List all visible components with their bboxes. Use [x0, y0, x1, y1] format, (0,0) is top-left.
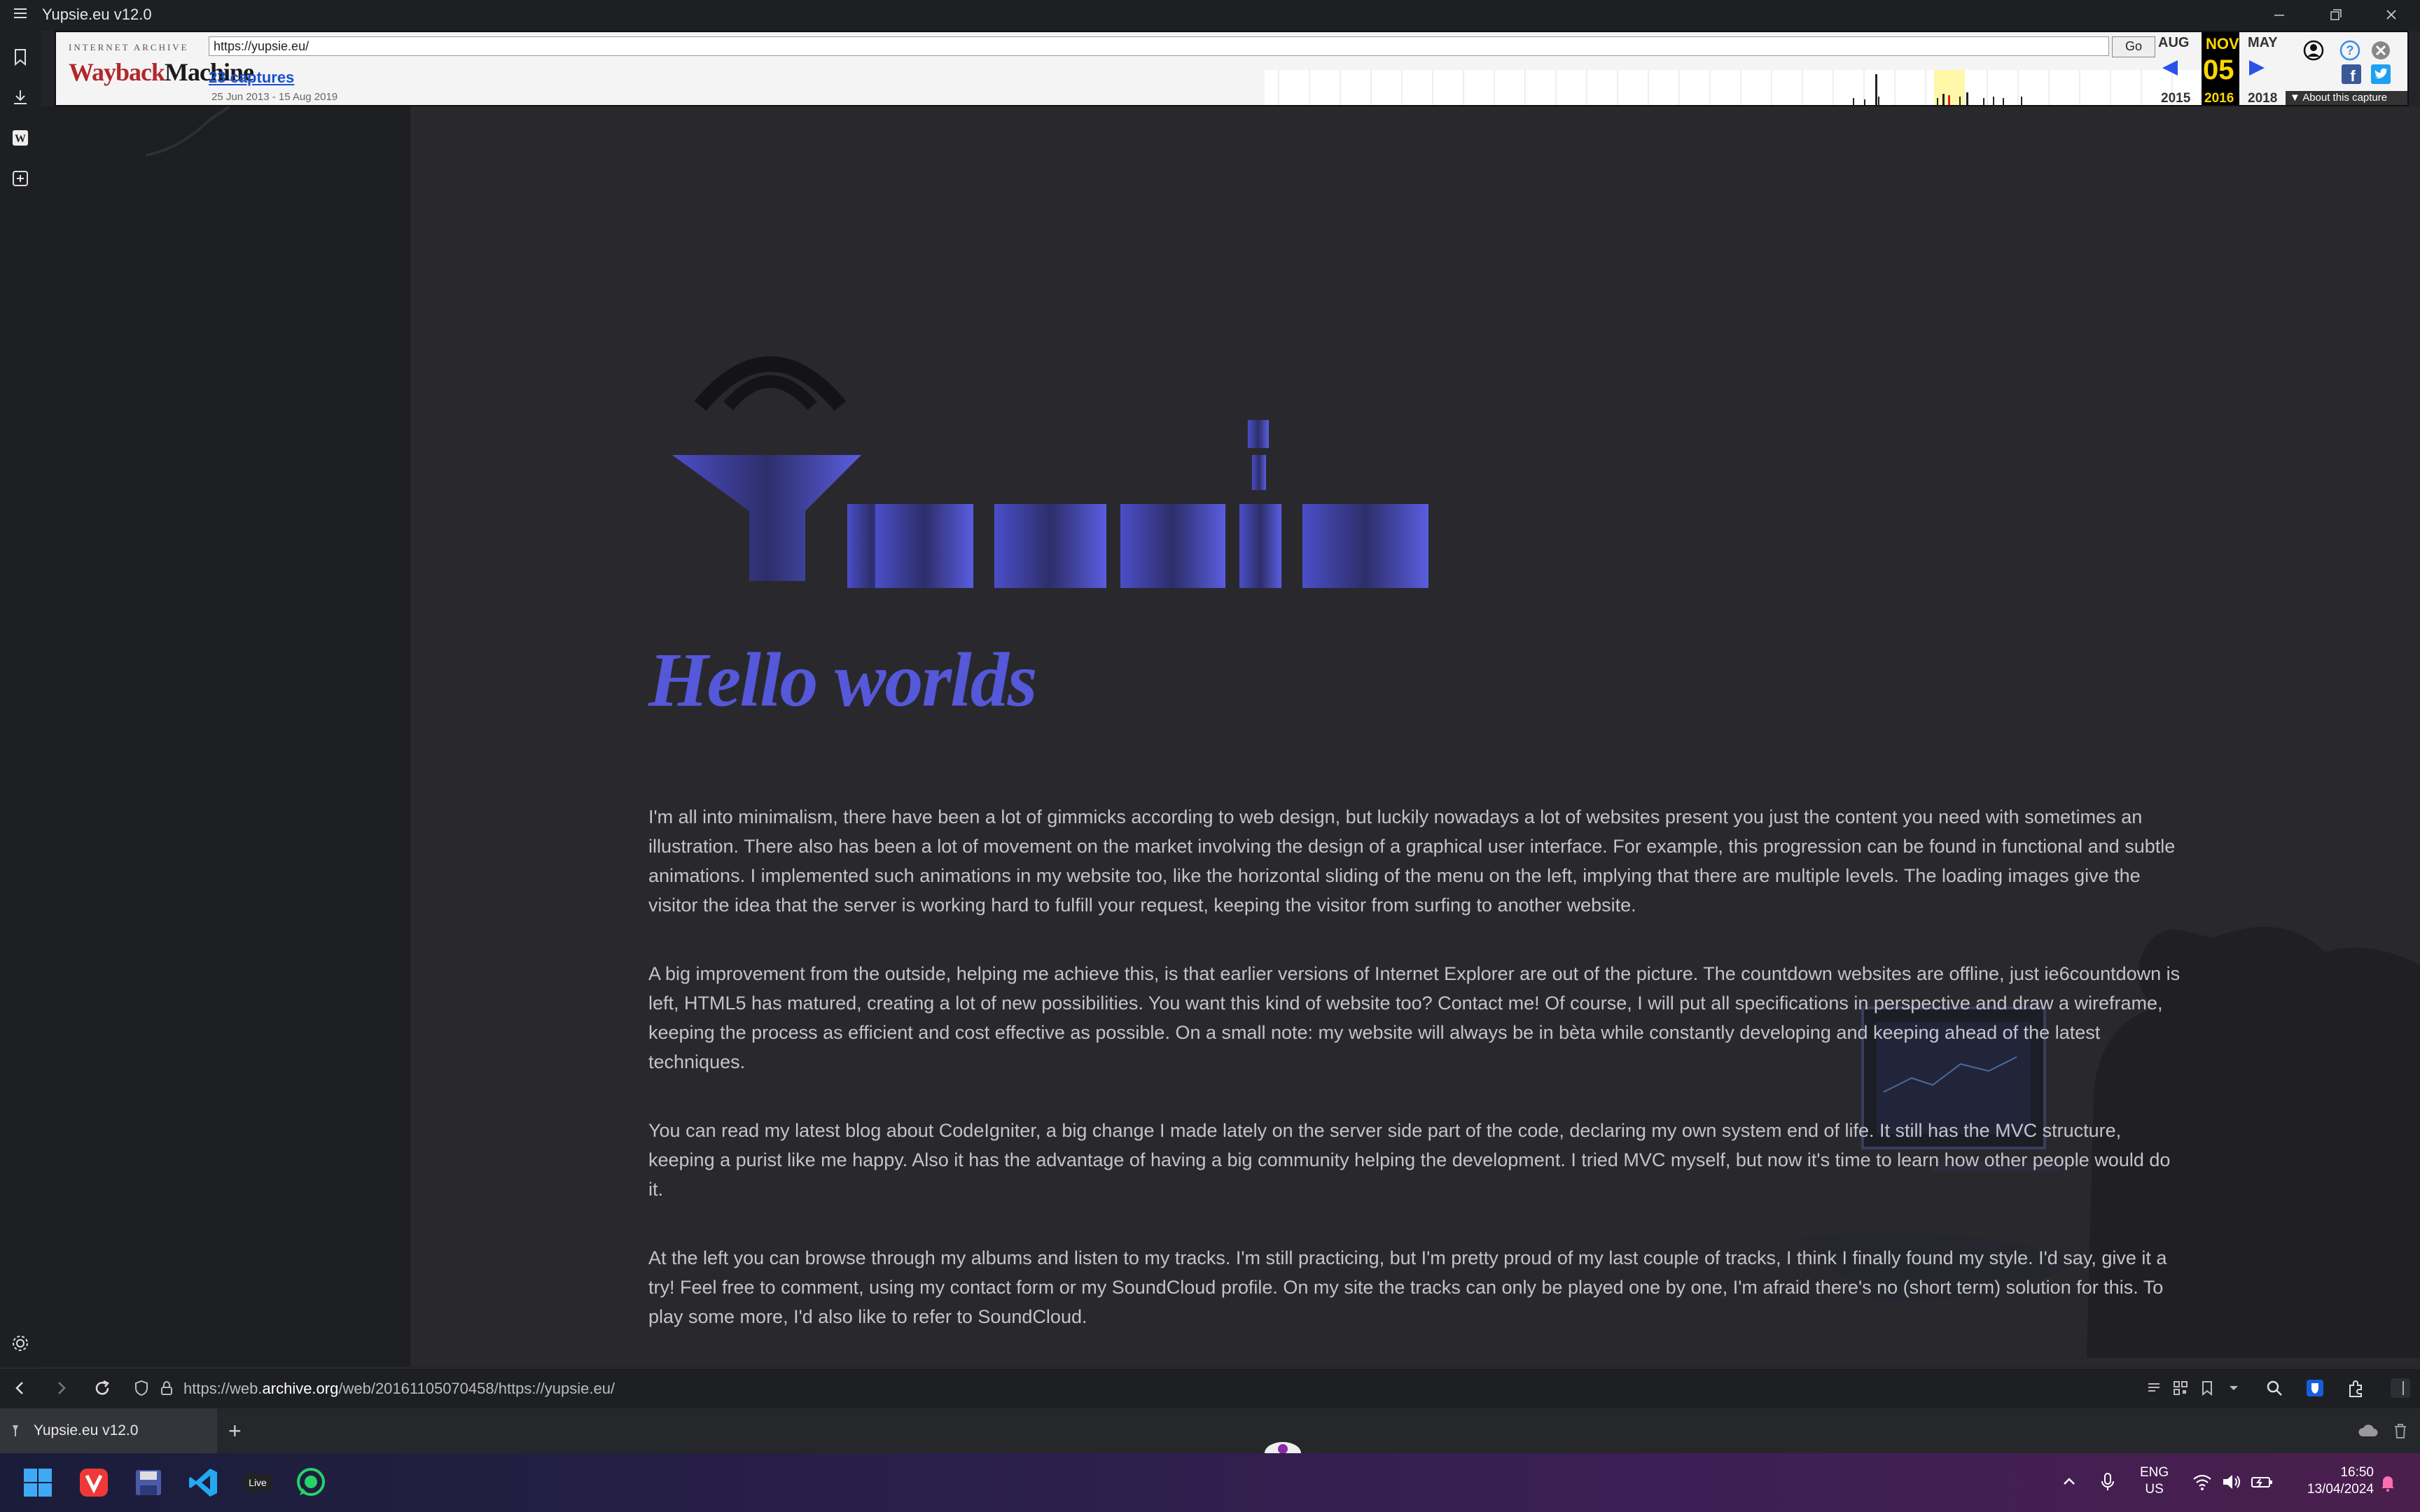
tab-label: Yupsie.eu v12.0 — [34, 1422, 139, 1438]
bookmark-icon[interactable] — [10, 46, 31, 67]
facebook-icon[interactable]: f — [2342, 64, 2361, 84]
panel-toggle-icon[interactable] — [2388, 1376, 2413, 1401]
captures-link[interactable]: 23 captures — [209, 69, 294, 87]
intro-paragraph-2: A big improvement from the outside, help… — [648, 963, 2181, 1072]
tab-bar: Yupsie.eu v12.0 + — [0, 1408, 2420, 1455]
window-titlebar: Yupsie.eu v12.0 — [0, 0, 2420, 31]
windows-start-icon[interactable] — [21, 1466, 55, 1499]
region-code: US — [2145, 1482, 2164, 1497]
account-icon[interactable] — [2302, 39, 2325, 62]
tab-favicon-icon — [13, 1425, 18, 1436]
wayback-toolbar: INTERNET ARCHIVE WaybackMachine https://… — [55, 31, 2409, 106]
clock[interactable]: 16:50 13/04/2024 — [2290, 1464, 2374, 1498]
tray-overflow-chevron-icon[interactable] — [2060, 1473, 2078, 1491]
microphone-icon[interactable] — [2098, 1471, 2118, 1492]
reader-view-icon[interactable] — [2146, 1380, 2162, 1396]
shield-icon[interactable] — [133, 1380, 150, 1396]
language-code: ENG — [2140, 1465, 2169, 1480]
help-icon[interactable]: ? — [2339, 39, 2361, 62]
close-wayback-icon[interactable] — [2370, 39, 2392, 62]
notification-bell-icon[interactable] — [2378, 1473, 2398, 1492]
address-url[interactable]: https://web.archive.org/web/201611050704… — [183, 1380, 615, 1398]
window-title: Yupsie.eu v12.0 — [42, 6, 152, 23]
close-icon[interactable] — [2381, 4, 2402, 25]
lock-icon[interactable] — [158, 1380, 175, 1396]
cloud-sync-icon[interactable] — [2357, 1421, 2379, 1441]
menu-icon[interactable] — [13, 6, 28, 21]
forward-icon[interactable] — [52, 1378, 71, 1398]
url-path: /web/20161105070458/https://yupsie.eu/ — [338, 1380, 616, 1397]
live-app-icon[interactable]: Live — [241, 1466, 274, 1499]
twitter-icon[interactable] — [2371, 64, 2391, 84]
vivaldi-icon[interactable] — [77, 1466, 111, 1499]
about-capture-label: About this capture — [2302, 92, 2388, 104]
save-app-icon[interactable] — [132, 1466, 165, 1499]
mascot-icon — [1265, 1442, 1301, 1455]
site-menu-panel — [41, 106, 410, 1366]
qr-code-icon[interactable] — [2172, 1380, 2189, 1396]
whatsapp-icon[interactable] — [294, 1466, 328, 1499]
current-capture-day: 05 — [2203, 55, 2234, 85]
wayback-logo-caption: INTERNET ARCHIVE — [69, 42, 189, 52]
yupsie-logo[interactable] — [672, 280, 1484, 588]
clock-time: 16:50 — [2340, 1465, 2374, 1480]
wayback-go-button[interactable]: Go — [2112, 36, 2155, 57]
browser-side-panel: W — [0, 31, 41, 1369]
svg-text:f: f — [2350, 67, 2356, 84]
clock-date: 13/04/2024 — [2307, 1482, 2374, 1497]
settings-gear-icon[interactable] — [10, 1333, 31, 1354]
battery-icon[interactable] — [2251, 1473, 2273, 1491]
trash-icon[interactable] — [2391, 1421, 2410, 1441]
page-heading: Hello worlds — [648, 637, 1038, 722]
wifi-icon[interactable] — [2192, 1473, 2213, 1491]
next-capture-arrow-icon[interactable] — [2248, 59, 2267, 77]
wayback-url-input[interactable]: https://yupsie.eu/ — [209, 36, 2109, 56]
url-domain: archive.org — [262, 1380, 339, 1397]
next-capture-year[interactable]: 2018 — [2248, 91, 2277, 106]
volume-icon[interactable] — [2221, 1473, 2242, 1491]
current-capture-year: 2016 — [2204, 91, 2234, 106]
url-prefix: https://web. — [183, 1380, 263, 1397]
minimize-icon[interactable] — [2269, 4, 2290, 25]
svg-text:Live: Live — [249, 1477, 267, 1488]
new-tab-button[interactable]: + — [228, 1418, 242, 1444]
capture-sparkline[interactable] — [1265, 70, 2218, 105]
language-indicator[interactable]: ENG US — [2140, 1464, 2169, 1498]
site-content-area: Hello worlds I'm all into minimalism, th… — [410, 106, 2420, 1366]
svg-text:?: ? — [2346, 43, 2354, 57]
next-capture-month[interactable]: MAY — [2248, 35, 2278, 51]
windows-taskbar: Live ENG US 16:50 13/04/2024 — [0, 1453, 2420, 1512]
tab-yupsie[interactable]: Yupsie.eu v12.0 — [0, 1408, 217, 1453]
extensions-icon[interactable] — [2346, 1378, 2365, 1398]
bitwarden-icon[interactable] — [2305, 1378, 2325, 1398]
back-icon[interactable] — [10, 1378, 29, 1398]
wayback-logo-part1: Wayback — [69, 58, 165, 86]
reload-icon[interactable] — [92, 1378, 112, 1398]
about-capture-dropdown[interactable]: ▼ About this capture — [2286, 91, 2407, 105]
browser-address-bar: https://web.archive.org/web/201611050704… — [0, 1368, 2420, 1409]
intro-paragraph-4: At the left you can browse through my al… — [648, 1247, 2167, 1327]
download-icon[interactable] — [10, 87, 31, 108]
search-icon[interactable] — [2265, 1378, 2284, 1398]
prev-capture-arrow-icon[interactable] — [2160, 59, 2179, 77]
current-capture-month: NOV — [2206, 35, 2239, 52]
wikipedia-icon[interactable]: W — [10, 127, 31, 148]
intro-paragraph-3: You can read my latest blog about CodeIg… — [648, 1120, 2171, 1200]
prev-capture-year[interactable]: 2015 — [2161, 91, 2190, 106]
chevron-down-icon[interactable] — [2225, 1380, 2242, 1396]
restore-icon[interactable] — [2325, 4, 2346, 25]
prev-capture-month[interactable]: AUG — [2158, 35, 2189, 51]
add-panel-icon[interactable] — [10, 168, 31, 189]
capture-date-range: 25 Jun 2013 - 15 Aug 2019 — [211, 91, 338, 103]
vscode-icon[interactable] — [186, 1466, 220, 1499]
svg-text:W: W — [15, 133, 26, 145]
add-bookmark-icon[interactable] — [2199, 1380, 2216, 1396]
menu-panel-decoration — [145, 106, 231, 157]
intro-paragraph-1: I'm all into minimalism, there have been… — [648, 806, 2176, 916]
